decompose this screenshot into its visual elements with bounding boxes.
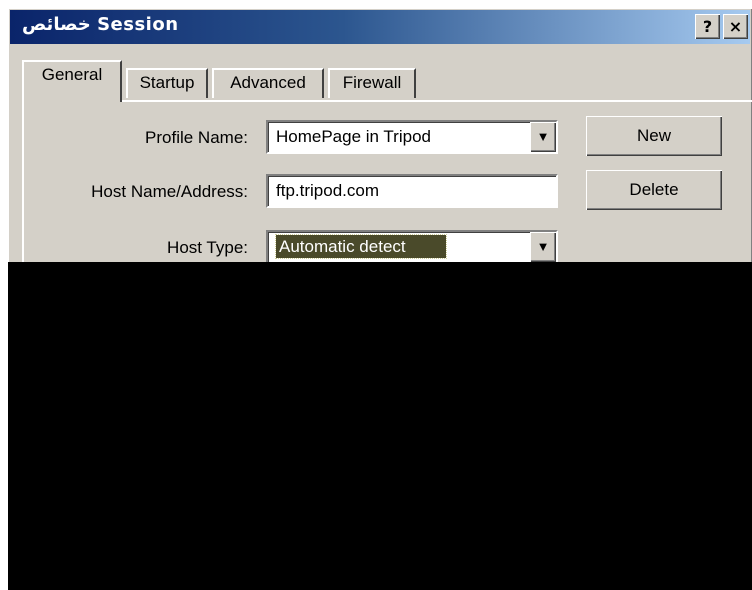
tab-startup[interactable]: Startup [126, 68, 208, 98]
host-name-input[interactable]: ftp.tripod.com [266, 174, 558, 208]
tab-general[interactable]: General [22, 60, 122, 102]
host-type-value: Automatic detect [275, 234, 447, 259]
close-icon[interactable]: × [723, 14, 748, 39]
new-button[interactable]: New [586, 116, 722, 156]
host-name-label: Host Name/Address: [91, 182, 248, 201]
tab-firewall[interactable]: Firewall [328, 68, 416, 98]
window-title: خصائص Session [22, 14, 179, 35]
chevron-down-icon[interactable]: ▼ [530, 232, 556, 262]
help-icon[interactable]: ? [695, 14, 720, 39]
title-bar[interactable]: خصائص Session ? × [10, 10, 750, 44]
profile-name-label: Profile Name: [145, 128, 248, 147]
profile-name-select[interactable]: HomePage in Tripod ▼ [266, 120, 558, 154]
chevron-down-icon[interactable]: ▼ [530, 122, 556, 152]
tab-advanced[interactable]: Advanced [212, 68, 324, 98]
profile-name-value: HomePage in Tripod [276, 127, 431, 146]
redacted-region [8, 262, 752, 590]
delete-button[interactable]: Delete [586, 170, 722, 210]
host-type-label: Host Type: [167, 238, 248, 257]
host-type-select[interactable]: Automatic detect ▼ [266, 230, 558, 264]
